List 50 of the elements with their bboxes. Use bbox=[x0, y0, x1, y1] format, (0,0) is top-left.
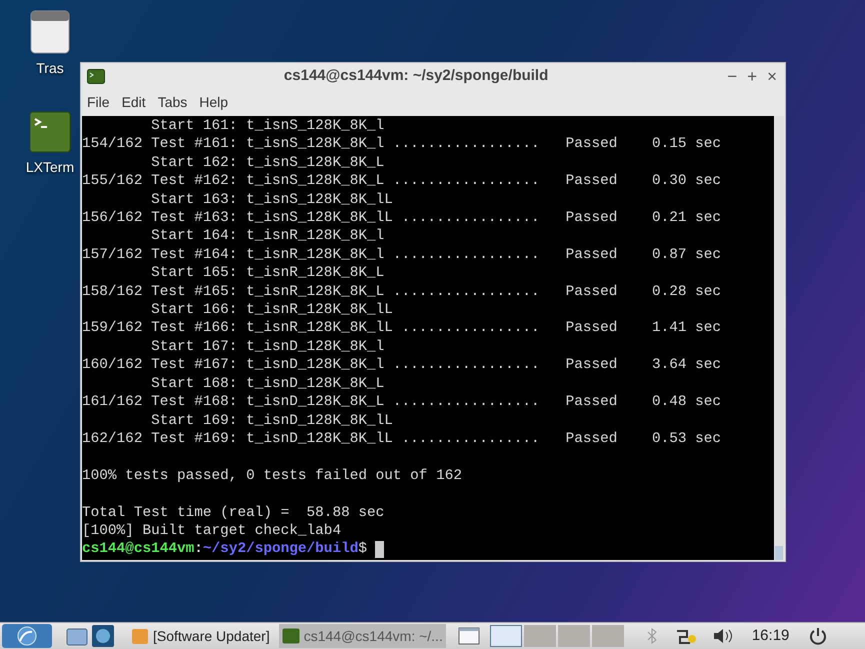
scrollbar[interactable] bbox=[774, 116, 784, 560]
terminal-line: 155/162 Test #162: t_isnS_128K_8K_L ................. Passed 0.30 sec bbox=[82, 172, 722, 191]
terminal-line: 162/162 Test #169: t_isnD_128K_8K_lL ................ Passed 0.53 sec bbox=[82, 430, 722, 448]
terminal-line: Start 165: t_isnR_128K_8K_L bbox=[150, 264, 386, 283]
terminal-line: Start 167: t_isnD_128K_8K_l bbox=[150, 338, 386, 356]
terminal-line: 154/162 Test #161: t_isnS_128K_8K_l ................. Passed 0.15 sec bbox=[82, 135, 722, 154]
terminal-line: Total Test time (real) = 58.88 sec bbox=[82, 504, 386, 522]
power-icon[interactable] bbox=[809, 627, 828, 645]
terminal-line: Start 163: t_isnS_128K_8K_lL bbox=[150, 190, 394, 210]
folder-icon[interactable] bbox=[66, 626, 88, 646]
terminal-line: Start 166: t_isnR_128K_8K_lL bbox=[150, 301, 394, 320]
terminal-icon[interactable] bbox=[29, 109, 71, 153]
package-icon bbox=[131, 627, 149, 645]
icon-label[interactable]: LXTerm bbox=[26, 157, 74, 178]
terminal-line: Start 169: t_isnD_128K_8K_lL bbox=[150, 412, 394, 430]
terminal-line: 159/162 Test #166: t_isnR_128K_8K_lL ................ Passed 1.41 sec bbox=[82, 319, 722, 338]
volume-icon[interactable] bbox=[712, 627, 734, 645]
terminal-prompt[interactable]: cs144@cs144vm:~/sy2/sponge/build$ bbox=[82, 540, 774, 559]
terminal-line: 157/162 Test #164: t_isnR_128K_8K_l ................. Passed 0.87 sec bbox=[82, 246, 722, 264]
menu-item[interactable]: Tabs bbox=[158, 92, 188, 113]
terminal-line: 161/162 Test #168: t_isnD_128K_8K_L ................. Passed 0.48 sec bbox=[82, 393, 722, 412]
terminal-line: 100% tests passed, 0 tests failed out of 162 bbox=[82, 466, 463, 486]
taskbar-button[interactable]: cs144@cs144vm: ~/... bbox=[278, 624, 446, 648]
terminal-icon bbox=[87, 68, 105, 84]
terminal-line: Start 162: t_isnS_128K_8K_L bbox=[150, 154, 386, 172]
trash-icon[interactable] bbox=[29, 10, 71, 54]
window-title: cs144@cs144vm: ~/sy2/sponge/build bbox=[282, 66, 550, 86]
terminal-line: 160/162 Test #167: t_isnD_128K_8K_l ................. Passed 3.64 sec bbox=[82, 356, 722, 375]
terminal-line: Start 161: t_isnS_128K_8K_l bbox=[150, 117, 386, 136]
close-button[interactable]: × bbox=[767, 68, 777, 84]
bluetooth-icon[interactable] bbox=[646, 628, 658, 644]
start-menu-icon[interactable] bbox=[2, 624, 52, 648]
clock[interactable]: 16:19 bbox=[752, 624, 790, 648]
terminal-icon bbox=[282, 628, 300, 644]
taskbar-button[interactable]: [Software Updater] bbox=[128, 624, 273, 648]
maximize-button[interactable]: + bbox=[747, 68, 758, 84]
terminal-line: 158/162 Test #165: t_isnR_128K_8K_L ................. Passed 0.28 sec bbox=[82, 282, 722, 302]
terminal-line: [100%] Built target check_lab4 bbox=[82, 522, 342, 540]
menu-item[interactable]: Edit bbox=[122, 92, 146, 113]
window-icon[interactable] bbox=[458, 626, 480, 646]
cursor bbox=[375, 541, 384, 558]
menu-item[interactable]: Help bbox=[199, 92, 228, 113]
workspace-button[interactable] bbox=[490, 625, 522, 647]
terminal-line: Start 164: t_isnR_128K_8K_l bbox=[150, 227, 386, 246]
globe-icon[interactable] bbox=[92, 625, 114, 647]
terminal-line: Start 168: t_isnD_128K_8K_L bbox=[150, 374, 386, 394]
minimize-button[interactable]: − bbox=[727, 68, 738, 84]
terminal-line: 156/162 Test #163: t_isnS_128K_8K_lL ................ Passed 0.21 sec bbox=[82, 209, 722, 228]
icon-label[interactable]: Tras bbox=[36, 58, 64, 79]
menu-item[interactable]: File bbox=[87, 92, 110, 113]
